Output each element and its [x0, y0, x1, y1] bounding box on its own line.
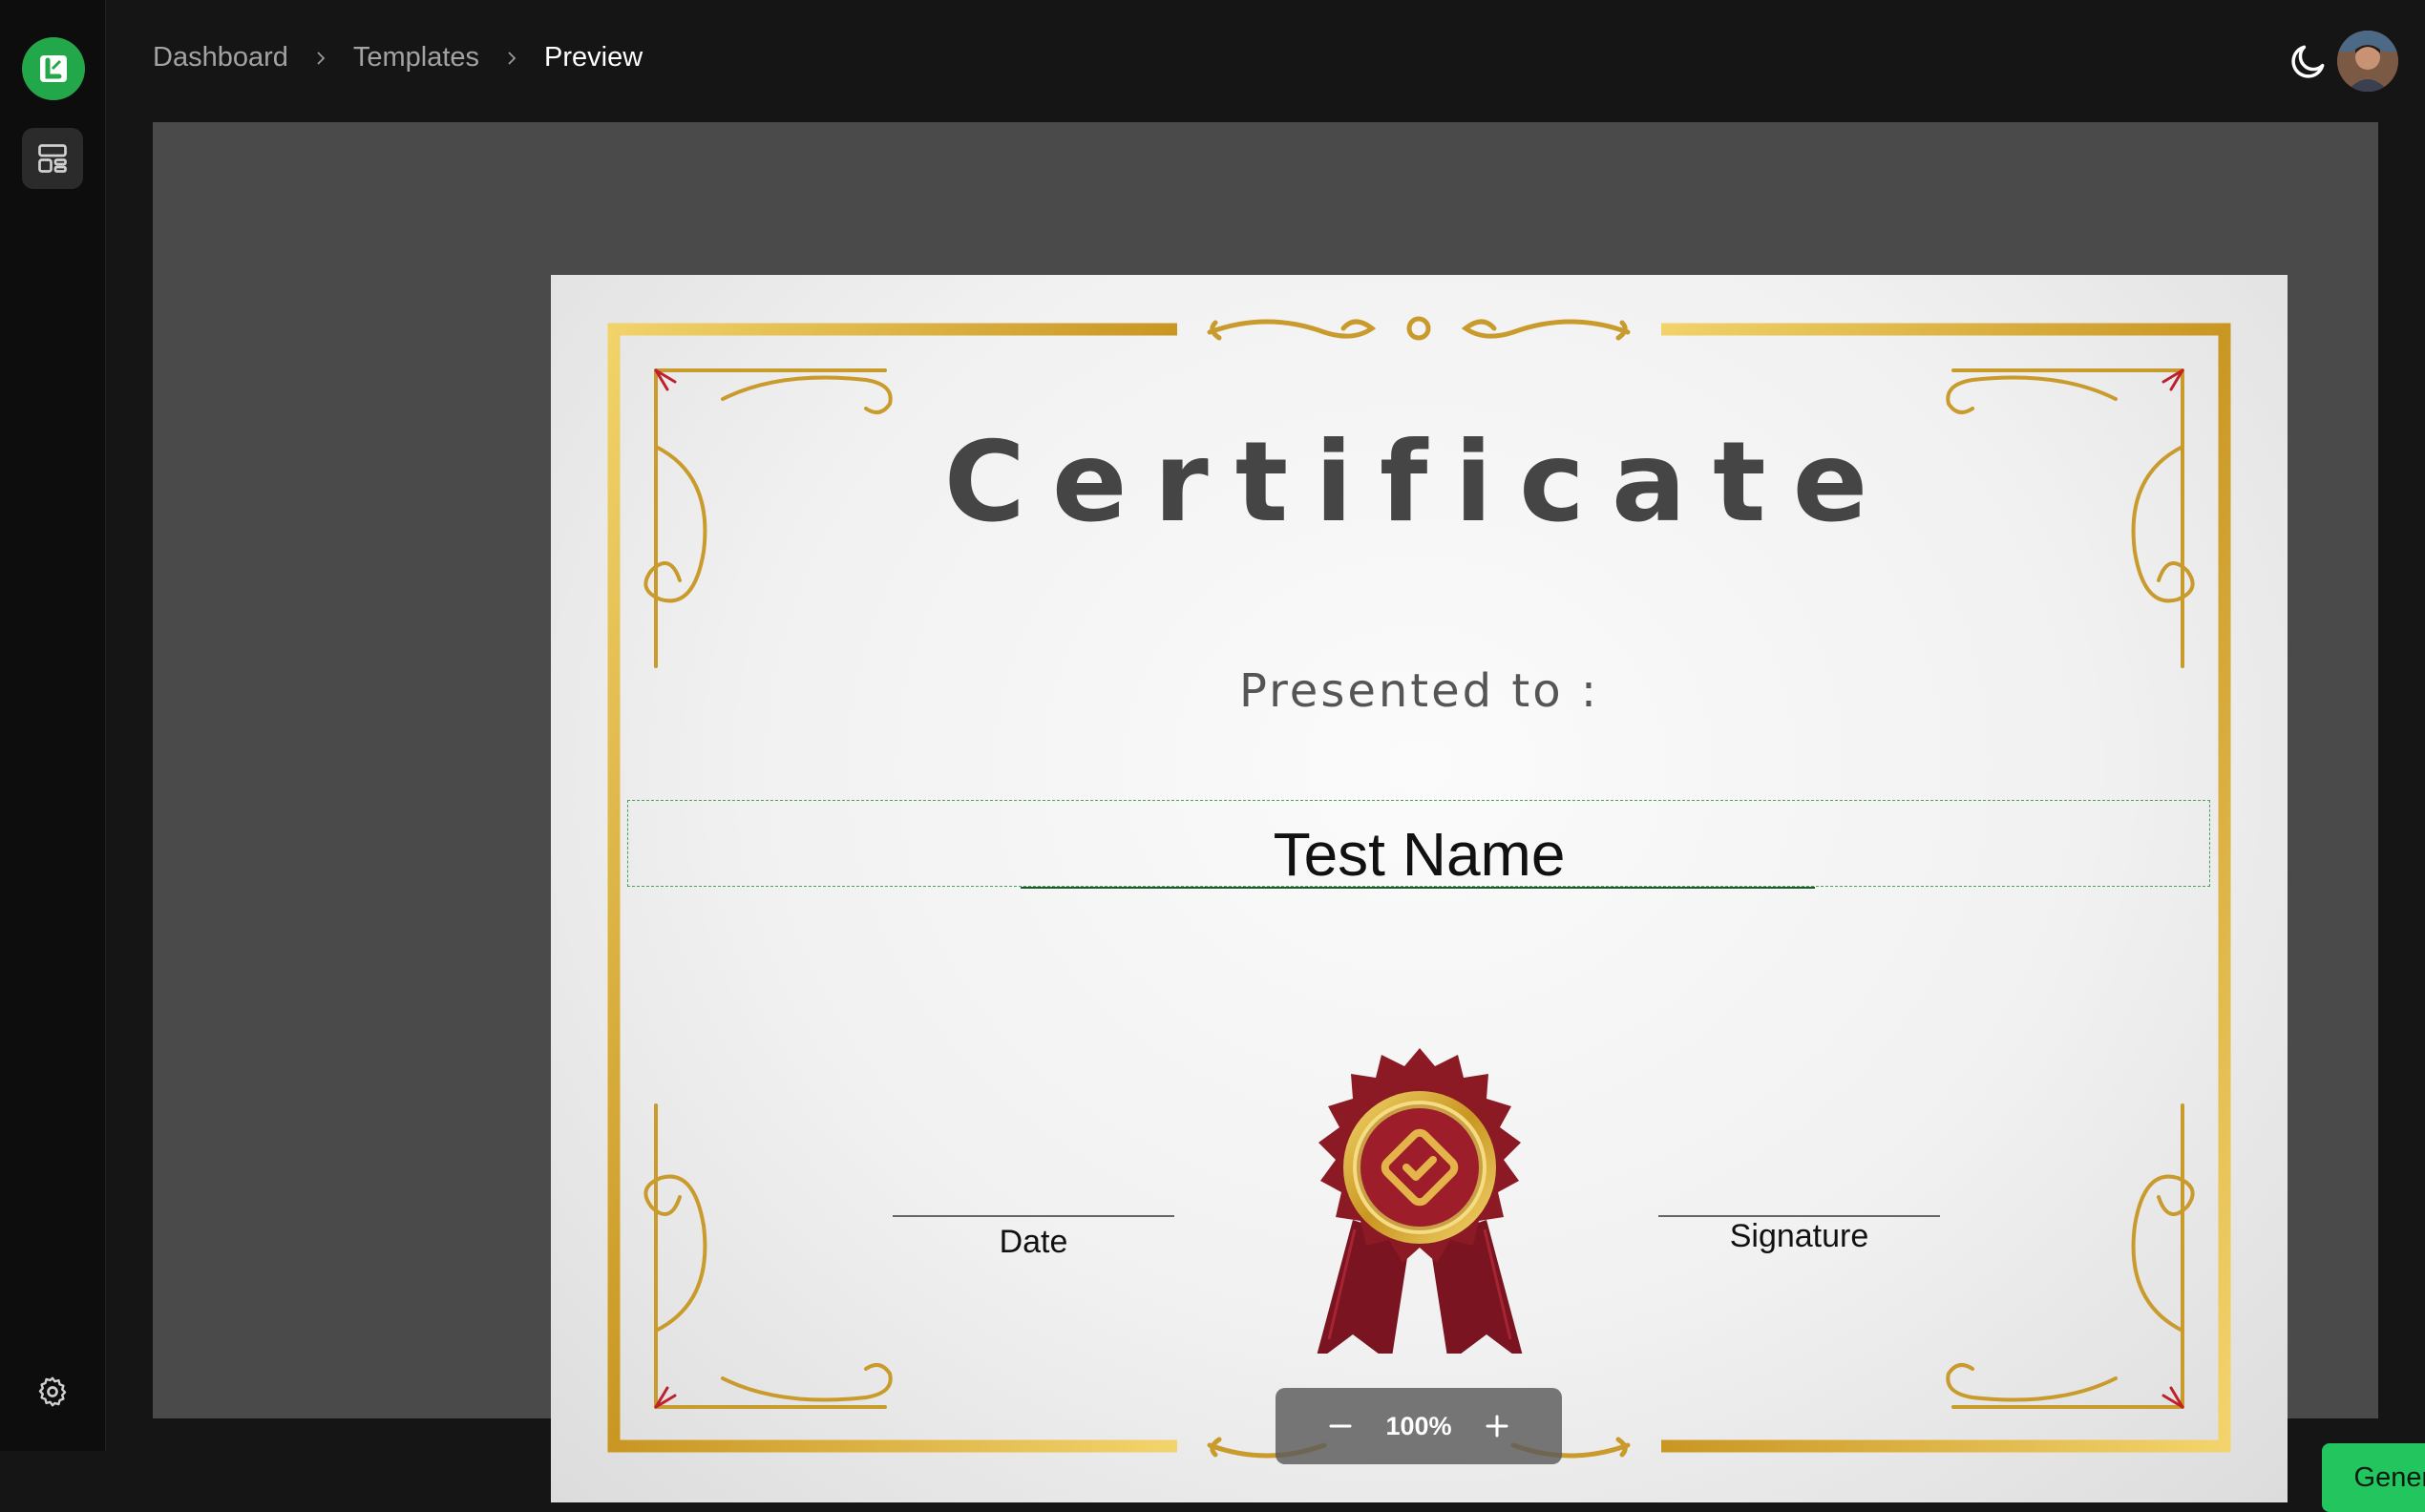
user-avatar-icon: [2337, 31, 2398, 92]
gear-icon: [38, 1376, 67, 1407]
presented-to-label: Presented to :: [1239, 664, 1599, 718]
moon-icon: [2291, 45, 2325, 78]
name-underline: [1021, 887, 1815, 889]
chevron-right-icon: [504, 51, 519, 66]
signature-label: Signature: [1729, 1218, 1869, 1254]
app-logo[interactable]: L: [22, 37, 85, 100]
zoom-out-button[interactable]: [1321, 1407, 1360, 1445]
settings-button[interactable]: [29, 1368, 76, 1416]
avatar[interactable]: [2337, 31, 2398, 92]
date-label: Date: [999, 1224, 1068, 1260]
sidebar: L: [0, 0, 106, 1451]
zoom-level: 100%: [1385, 1411, 1452, 1440]
canvas-area: Certificate Presented to : Test Name Dat…: [153, 122, 2425, 1512]
zoom-control: 100%: [1276, 1388, 1562, 1464]
recipient-name[interactable]: Test Name: [551, 819, 2288, 890]
certificate-preview[interactable]: Certificate Presented to : Test Name Dat…: [551, 275, 2288, 1502]
layout-icon: [38, 144, 67, 173]
date-line: [893, 1215, 1174, 1217]
logo-icon: [40, 55, 67, 82]
breadcrumb-dashboard[interactable]: Dashboard: [153, 42, 288, 74]
signature-line: [1658, 1215, 1940, 1217]
sidebar-item-templates[interactable]: [22, 128, 83, 189]
generate-button[interactable]: Generate: [2322, 1443, 2425, 1512]
breadcrumb-preview: Preview: [544, 42, 643, 73]
chevron-right-icon: [313, 51, 328, 66]
certificate-title: Certificate: [943, 418, 1895, 547]
zoom-in-button[interactable]: [1478, 1407, 1516, 1445]
theme-toggle-button[interactable]: [2286, 38, 2331, 84]
breadcrumb-templates[interactable]: Templates: [353, 42, 479, 74]
award-seal-icon: [1317, 1048, 1523, 1354]
plus-icon: [1486, 1415, 1508, 1438]
minus-icon: [1329, 1424, 1352, 1428]
breadcrumb: Dashboard Templates Preview: [153, 42, 643, 74]
topbar: Dashboard Templates Preview: [105, 0, 2425, 122]
